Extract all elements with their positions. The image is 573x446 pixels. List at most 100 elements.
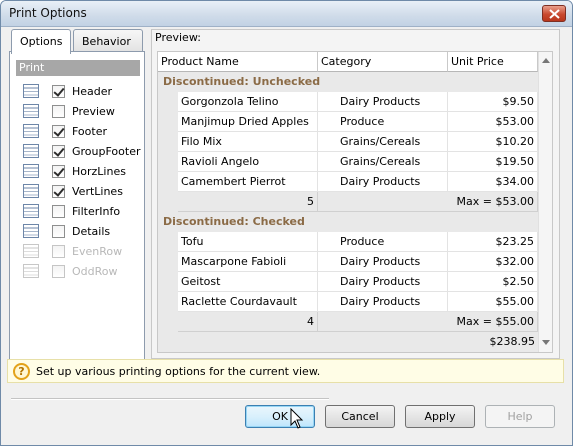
dialog-body: Options Behavior Print Header Preview Foot…: [5, 27, 568, 441]
apply-button[interactable]: Apply: [405, 405, 475, 428]
table-row[interactable]: Ravioli Angelo Grains/Cereals $19.50: [178, 152, 538, 172]
option-vertlines[interactable]: VertLines: [16, 182, 144, 200]
checkbox-preview[interactable]: [52, 105, 65, 118]
total-footer-row: $238.95: [158, 332, 538, 352]
cell-category: Produce: [318, 112, 448, 132]
details-icon: [22, 223, 40, 239]
table-row[interactable]: Camembert Pierrot Dairy Products $34.00: [178, 172, 538, 192]
group-row[interactable]: Discontinued: Unchecked: [158, 72, 538, 92]
cell-category: Dairy Products: [318, 292, 448, 312]
preview-icon: [22, 103, 40, 119]
close-button[interactable]: [542, 5, 566, 22]
cell-category: Dairy Products: [318, 272, 448, 292]
table-row[interactable]: Manjimup Dried Apples Produce $53.00: [178, 112, 538, 132]
tab-behavior[interactable]: Behavior: [73, 29, 143, 52]
title-bar[interactable]: Print Options: [1, 1, 572, 27]
checkbox-header[interactable]: [52, 85, 65, 98]
table-row[interactable]: Mascarpone Fabioli Dairy Products $32.00: [178, 252, 538, 272]
print-options-dialog: Print Options Options Behavior Print Hea…: [0, 0, 573, 446]
option-label: Header: [72, 85, 113, 98]
cell-category: Dairy Products: [318, 252, 448, 272]
cell-unit-price: $34.00: [448, 172, 538, 192]
checkbox-horzlines[interactable]: [52, 165, 65, 178]
table-row[interactable]: Gorgonzola Telino Dairy Products $9.50: [178, 92, 538, 112]
cell-unit-price: $55.00: [448, 292, 538, 312]
cell-product-name: Ravioli Angelo: [178, 152, 318, 172]
column-header-category[interactable]: Category: [318, 52, 448, 72]
group-row[interactable]: Discontinued: Checked: [158, 212, 538, 232]
cell-product-name: Tofu: [178, 232, 318, 252]
tab-options[interactable]: Options: [11, 29, 71, 54]
cell-category: Dairy Products: [318, 92, 448, 112]
cell-unit-price: $19.50: [448, 152, 538, 172]
checkbox-groupfooter[interactable]: [52, 145, 65, 158]
option-details[interactable]: Details: [16, 222, 144, 240]
help-button[interactable]: Help: [485, 405, 555, 428]
table-row[interactable]: Tofu Produce $23.25: [178, 232, 538, 252]
checkbox-oddrow[interactable]: [52, 265, 65, 278]
close-icon: [549, 9, 560, 19]
option-label: FilterInfo: [72, 205, 121, 218]
preview-grid[interactable]: Product Name Category Unit Price Discont…: [157, 51, 553, 353]
option-filterinfo[interactable]: FilterInfo: [16, 202, 144, 220]
option-preview[interactable]: Preview: [16, 102, 144, 120]
tab-options-label: Options: [20, 35, 63, 48]
cell-category: Grains/Cereals: [318, 152, 448, 172]
table-row[interactable]: Raclette Courdavault Dairy Products $55.00: [178, 292, 538, 312]
option-oddrow[interactable]: OddRow: [16, 262, 144, 280]
cell-unit-price: $2.50: [448, 272, 538, 292]
cell-product-name: Raclette Courdavault: [178, 292, 318, 312]
checkbox-evenrow[interactable]: [52, 245, 65, 258]
horz-lines-icon: [22, 163, 40, 179]
option-groupfooter[interactable]: GroupFooter: [16, 142, 144, 160]
even-row-icon: [22, 243, 40, 259]
preview-scrollbar[interactable]: [538, 52, 552, 352]
option-label: Preview: [72, 105, 115, 118]
option-label: EvenRow: [72, 245, 123, 258]
option-label: OddRow: [72, 265, 118, 278]
cell-category: Dairy Products: [318, 172, 448, 192]
group-indent: [158, 92, 178, 212]
option-header[interactable]: Header: [16, 82, 144, 100]
group-footer-row: 5 Max = $53.00: [178, 192, 538, 212]
checkbox-details[interactable]: [52, 225, 65, 238]
option-footer[interactable]: Footer: [16, 122, 144, 140]
filter-icon: [22, 203, 40, 219]
cell-product-name: Manjimup Dried Apples: [178, 112, 318, 132]
cell-unit-price: $23.25: [448, 232, 538, 252]
cell-product-name: Camembert Pierrot: [178, 172, 318, 192]
checkbox-footer[interactable]: [52, 125, 65, 138]
cell-category: Grains/Cereals: [318, 132, 448, 152]
option-horzlines[interactable]: HorzLines: [16, 162, 144, 180]
cancel-button[interactable]: Cancel: [325, 405, 395, 428]
cell-unit-price: $9.50: [448, 92, 538, 112]
table-row[interactable]: Geitost Dairy Products $2.50: [178, 272, 538, 292]
header-icon: [22, 83, 40, 99]
group-footer-count: 5: [178, 192, 318, 212]
option-label: Footer: [72, 125, 107, 138]
scroll-up-icon[interactable]: [542, 58, 550, 63]
scroll-down-icon[interactable]: [542, 340, 550, 345]
option-label: Details: [72, 225, 111, 238]
column-header-unit-price[interactable]: Unit Price: [448, 52, 538, 72]
ok-button[interactable]: OK: [245, 405, 315, 428]
option-evenrow[interactable]: EvenRow: [16, 242, 144, 260]
cell-product-name: Filo Mix: [178, 132, 318, 152]
print-section-header: Print: [16, 60, 140, 76]
separator: [11, 398, 329, 400]
cell-unit-price: $53.00: [448, 112, 538, 132]
grand-total: $238.95: [489, 335, 536, 348]
cell-unit-price: $32.00: [448, 252, 538, 272]
checkbox-filterinfo[interactable]: [52, 205, 65, 218]
group-footer-max: Max = $55.00: [418, 312, 538, 332]
group-footer-icon: [22, 143, 40, 159]
info-icon: ?: [13, 363, 30, 380]
option-label: GroupFooter: [72, 145, 141, 158]
checkbox-vertlines[interactable]: [52, 185, 65, 198]
cell-product-name: Gorgonzola Telino: [178, 92, 318, 112]
option-label: HorzLines: [72, 165, 126, 178]
option-label: VertLines: [72, 185, 123, 198]
group-indent: [158, 232, 178, 332]
column-header-product-name[interactable]: Product Name: [158, 52, 318, 72]
table-row[interactable]: Filo Mix Grains/Cereals $10.20: [178, 132, 538, 152]
